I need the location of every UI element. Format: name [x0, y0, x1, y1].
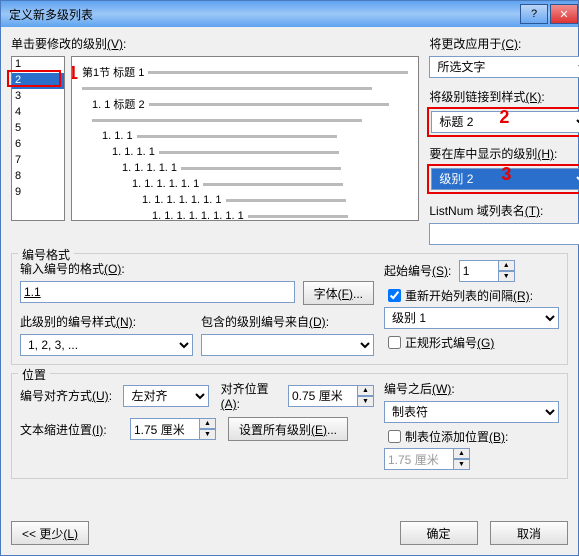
preview-line: 1. 1 标题 2 [82, 97, 408, 111]
preview-line: 1. 1. 1. 1. 1. 1. 1. 1 [82, 209, 408, 221]
ok-button[interactable]: 确定 [400, 521, 478, 545]
legal-label: 正规形式编号(G) [405, 334, 494, 351]
level-item[interactable]: 5 [12, 121, 64, 137]
close-button[interactable]: ✕ [550, 4, 578, 24]
window-buttons: ? ✕ [518, 4, 578, 24]
restart-checkbox[interactable] [388, 289, 401, 302]
restart-check-row: 重新开始列表的间隔(R): [384, 286, 559, 305]
spin-down[interactable]: ▼ [358, 396, 374, 407]
number-style-select[interactable]: 1, 2, 3, ... [20, 334, 193, 356]
preview-line: 1. 1. 1. 1 [82, 145, 408, 159]
spin-up[interactable]: ▲ [200, 418, 216, 429]
preview-pane: 1 第1节 标题 1 1. 1 标题 2 1. 1. 1 1. 1. 1. 1 1. 1… [71, 56, 419, 221]
left-area: 单击要修改的级别(V): 1 2 3 4 5 6 7 8 [11, 35, 419, 245]
modify-level-label: 单击要修改的级别(V): [11, 35, 419, 52]
start-number-label: 起始编号(S): ▲▼ [384, 260, 559, 282]
tab-checkbox[interactable] [388, 430, 401, 443]
level-box-wrap: 1 2 3 4 5 6 7 8 9 [11, 56, 65, 221]
position-group: 位置 编号对齐方式(U): 左对齐 对齐位置(A): ▲▼ 文本缩进位置(I):… [11, 373, 568, 479]
include-from-label: 包含的级别编号来自(D): [201, 313, 374, 330]
apply-to-select[interactable]: 所选文字 [429, 56, 579, 78]
preview-line: 1. 1. 1. 1. 1. 1 [82, 177, 408, 191]
font-button[interactable]: 字体(F)... [303, 281, 374, 305]
number-format-group: 编号格式 输入编号的格式(O): 字体(F)... 此级别的编号样式(N): [11, 253, 568, 365]
level-item[interactable]: 8 [12, 169, 64, 185]
level-item-selected[interactable]: 2 [12, 73, 64, 89]
content: 单击要修改的级别(V): 1 2 3 4 5 6 7 8 [1, 27, 578, 487]
preview-line: 1. 1. 1. 1. 1 [82, 161, 408, 175]
footer: << 更少(L) 确定 取消 [11, 521, 568, 545]
highlight-2: 标题 2 2 [427, 107, 579, 137]
align-select[interactable]: 左对齐 [123, 385, 208, 407]
listnum-label: ListNum 域列表名(T): [429, 202, 579, 219]
levels-preview-row: 1 2 3 4 5 6 7 8 9 1 第1节 标题 11. [11, 56, 419, 221]
level-item[interactable]: 3 [12, 89, 64, 105]
dialog-window: 定义新多级列表 ? ✕ 单击要修改的级别(V): 1 2 3 [0, 0, 579, 556]
link-style-label: 将级别链接到样式(K): [429, 88, 579, 105]
highlight-3: 级别 2 3 [427, 164, 579, 194]
spin-up: ▲ [454, 448, 470, 459]
listnum-input[interactable] [429, 223, 579, 245]
spin-down: ▼ [454, 459, 470, 470]
alignat-input[interactable] [288, 385, 358, 407]
marker-1: 1 [71, 63, 78, 84]
follow-label: 编号之后(W): [384, 380, 559, 397]
apply-to-label: 将更改应用于(C): [429, 35, 579, 52]
pos-title: 位置 [18, 366, 50, 383]
help-button[interactable]: ? [520, 4, 548, 24]
top-row: 单击要修改的级别(V): 1 2 3 4 5 6 7 8 [11, 35, 568, 245]
restart-select[interactable]: 级别 1 [384, 307, 559, 329]
spin-up[interactable]: ▲ [499, 260, 515, 271]
text-indent-label: 文本缩进位置(I): [20, 421, 130, 438]
level-item[interactable]: 4 [12, 105, 64, 121]
set-all-button[interactable]: 设置所有级别(E)... [228, 417, 348, 441]
align-label: 编号对齐方式(U): [20, 387, 123, 404]
window-title: 定义新多级列表 [9, 6, 93, 23]
alignat-label: 对齐位置(A): [221, 380, 284, 411]
level-item[interactable]: 6 [12, 137, 64, 153]
spin-down[interactable]: ▼ [499, 271, 515, 282]
text-indent-input[interactable] [130, 418, 200, 440]
show-level-label: 要在库中显示的级别(H): [429, 145, 579, 162]
less-button[interactable]: << 更少(L) [11, 521, 89, 545]
numfmt-title: 编号格式 [18, 246, 74, 263]
preview-line: 第1节 标题 1 [82, 65, 408, 79]
cancel-button[interactable]: 取消 [490, 521, 568, 545]
tab-input [384, 448, 454, 470]
level-listbox[interactable]: 1 2 3 4 5 6 7 8 9 [11, 56, 65, 221]
follow-select[interactable]: 制表符 [384, 401, 559, 423]
spin-down[interactable]: ▼ [200, 429, 216, 440]
spin-up[interactable]: ▲ [358, 385, 374, 396]
preview-line: 1. 1. 1 [82, 129, 408, 143]
include-from-select[interactable] [201, 334, 374, 356]
format-input[interactable] [20, 281, 295, 303]
titlebar: 定义新多级列表 ? ✕ [1, 1, 578, 27]
number-style-label: 此级别的编号样式(N): [20, 313, 193, 330]
start-number-input[interactable] [459, 260, 499, 282]
tab-label: 制表位添加位置(B): [405, 428, 508, 445]
preview-line: 1. 1. 1. 1. 1. 1. 1 [82, 193, 408, 207]
level-item[interactable]: 1 [12, 57, 64, 73]
show-level-select[interactable]: 级别 2 [431, 168, 579, 190]
level-item[interactable]: 7 [12, 153, 64, 169]
link-style-select[interactable]: 标题 2 [431, 111, 579, 133]
restart-label: 重新开始列表的间隔(R): [405, 287, 533, 304]
level-item[interactable]: 9 [12, 185, 64, 201]
legal-checkbox[interactable] [388, 336, 401, 349]
right-column: 将更改应用于(C): 所选文字 将级别链接到样式(K): 标题 2 2 要在库中… [429, 35, 579, 245]
